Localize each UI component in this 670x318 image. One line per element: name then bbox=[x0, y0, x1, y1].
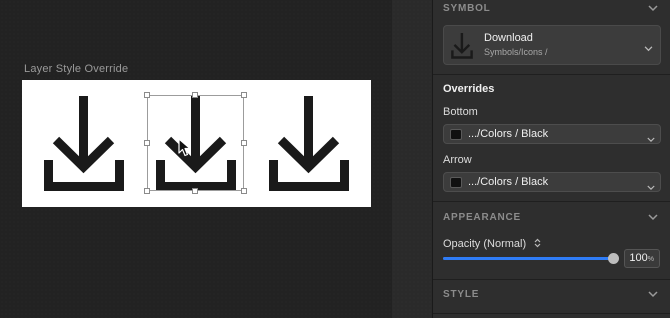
panel-divider bbox=[392, 0, 433, 318]
resize-handle[interactable] bbox=[241, 92, 247, 98]
selection-box bbox=[147, 95, 244, 191]
style-header-label: STYLE bbox=[443, 289, 480, 300]
artboard[interactable] bbox=[22, 80, 371, 207]
chevron-down-icon bbox=[644, 39, 653, 57]
opacity-unit: % bbox=[647, 256, 654, 263]
arrow-override-value: .../Colors / Black bbox=[468, 176, 549, 188]
divider bbox=[433, 313, 670, 314]
resize-handle[interactable] bbox=[144, 188, 150, 194]
divider bbox=[433, 279, 670, 280]
arrow-override-select[interactable]: .../Colors / Black bbox=[443, 172, 661, 192]
opacity-slider-knob[interactable] bbox=[608, 253, 619, 264]
chevron-down-icon[interactable] bbox=[648, 213, 658, 224]
overrides-title: Overrides bbox=[443, 83, 495, 95]
appearance-header-label: APPEARANCE bbox=[443, 212, 522, 223]
divider bbox=[433, 74, 670, 75]
mouse-cursor-icon bbox=[178, 138, 194, 158]
download-icon[interactable] bbox=[44, 96, 124, 192]
canvas[interactable]: Layer Style Override bbox=[0, 0, 392, 318]
resize-handle[interactable] bbox=[144, 92, 150, 98]
divider bbox=[433, 201, 670, 202]
arrow-override-label: Arrow bbox=[443, 154, 472, 166]
chevron-down-icon[interactable] bbox=[648, 290, 658, 301]
download-icon bbox=[450, 33, 474, 59]
bottom-override-value: .../Colors / Black bbox=[468, 128, 549, 140]
symbol-header-label: SYMBOL bbox=[443, 3, 491, 14]
chevron-down-icon[interactable] bbox=[648, 4, 658, 15]
artboard-label[interactable]: Layer Style Override bbox=[24, 63, 128, 75]
bottom-override-label: Bottom bbox=[443, 106, 478, 118]
download-icon[interactable] bbox=[269, 96, 349, 192]
opacity-slider-fill bbox=[443, 257, 613, 260]
opacity-value: 100 bbox=[629, 252, 648, 264]
chevron-down-icon bbox=[647, 130, 655, 148]
resize-handle[interactable] bbox=[192, 92, 198, 98]
bottom-override-select[interactable]: .../Colors / Black bbox=[443, 124, 661, 144]
resize-handle[interactable] bbox=[241, 140, 247, 146]
chevron-down-icon bbox=[647, 178, 655, 196]
resize-handle[interactable] bbox=[241, 188, 247, 194]
resize-handle[interactable] bbox=[192, 188, 198, 194]
style-section-header[interactable]: STYLE bbox=[443, 289, 660, 305]
symbol-path: Symbols/Icons / bbox=[484, 47, 548, 57]
symbol-section-header[interactable]: SYMBOL bbox=[443, 3, 660, 19]
appearance-section-header[interactable]: APPEARANCE bbox=[443, 212, 660, 228]
inspector-panel: SYMBOL Download Symbols/Icons / Override… bbox=[433, 0, 670, 318]
symbol-name: Download bbox=[484, 32, 533, 44]
resize-handle[interactable] bbox=[144, 140, 150, 146]
up-down-chevron-icon bbox=[534, 238, 541, 251]
opacity-slider[interactable] bbox=[443, 253, 619, 264]
color-swatch bbox=[450, 177, 462, 188]
opacity-label: Opacity (Normal) bbox=[443, 238, 527, 250]
opacity-input[interactable]: 100% bbox=[624, 249, 660, 268]
color-swatch bbox=[450, 129, 462, 140]
opacity-blend-selector[interactable]: Opacity (Normal) bbox=[443, 238, 541, 251]
symbol-picker[interactable]: Download Symbols/Icons / bbox=[443, 25, 661, 65]
